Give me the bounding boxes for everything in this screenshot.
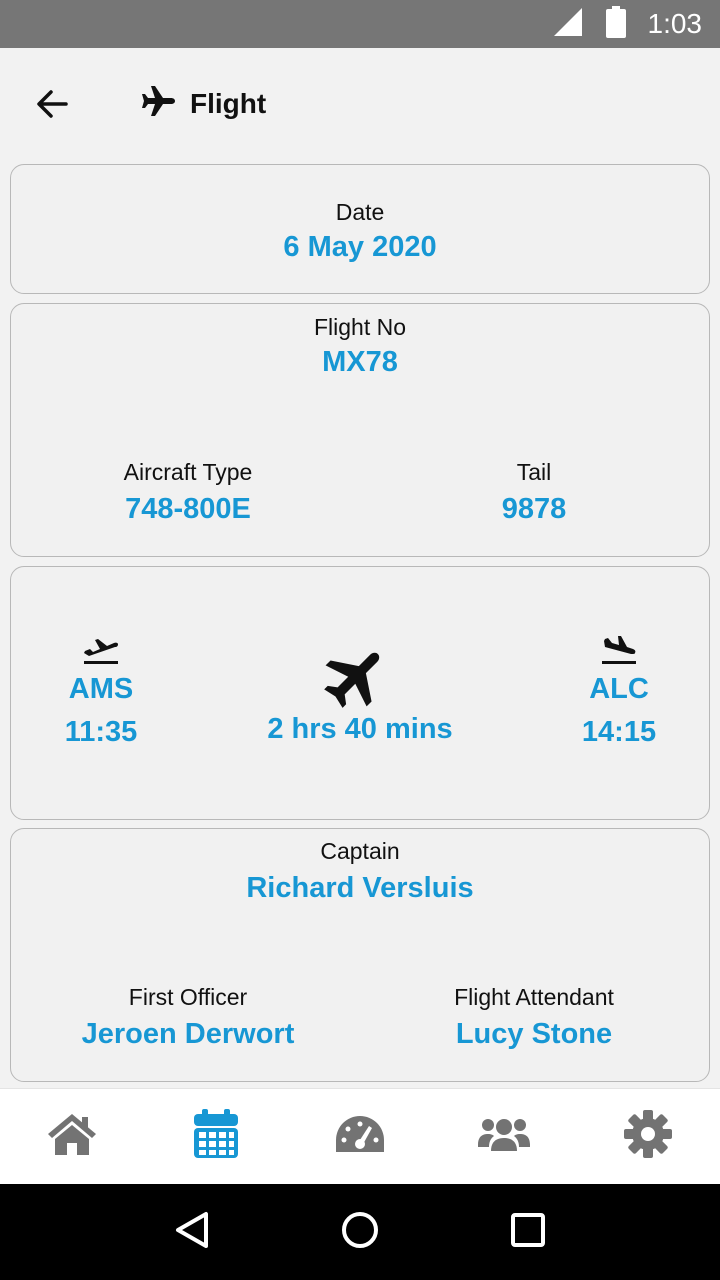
arrow-left-icon — [34, 86, 70, 127]
square-recents-icon — [508, 1210, 548, 1255]
status-time: 1:03 — [647, 8, 703, 39]
triangle-back-icon — [172, 1210, 212, 1255]
page-title-group: Flight — [142, 86, 266, 121]
captain-name: Richard Versluis — [246, 872, 474, 904]
flight-no-value: MX78 — [322, 346, 398, 378]
flight-no-label: Flight No — [313, 314, 407, 340]
nav-settings[interactable] — [608, 1097, 688, 1177]
page-title: Flight — [190, 87, 267, 119]
tail-value: 9878 — [501, 493, 567, 525]
aircraft-type-label: Aircraft Type — [123, 459, 253, 485]
nav-dashboard[interactable] — [320, 1097, 400, 1177]
gear-icon — [624, 1110, 672, 1163]
nav-calendar[interactable] — [176, 1097, 256, 1177]
arrival-time: 14:15 — [581, 716, 657, 748]
first-officer-name: Jeroen Derwort — [81, 1018, 295, 1050]
nav-home[interactable] — [32, 1097, 112, 1177]
battery-icon — [605, 5, 626, 43]
home-icon — [46, 1112, 98, 1161]
flight-attendant-label: Flight Attendant — [454, 984, 614, 1010]
landing-icon — [601, 635, 637, 665]
takeoff-icon — [83, 635, 119, 665]
arrival-code: ALC — [589, 673, 649, 705]
airplane-icon — [142, 86, 176, 121]
tail-label: Tail — [516, 459, 552, 485]
first-officer-label: First Officer — [128, 984, 248, 1010]
flight-info-card: Flight No MX78 Aircraft Type 748-800E Ta… — [10, 303, 710, 557]
system-nav-bar — [0, 1184, 720, 1280]
bottom-nav — [0, 1088, 720, 1184]
calendar-icon — [193, 1109, 239, 1164]
flight-attendant-name: Lucy Stone — [455, 1018, 613, 1050]
circle-home-icon — [340, 1210, 380, 1255]
back-button[interactable] — [28, 82, 76, 130]
status-bar: 1:03 — [0, 0, 720, 48]
app-bar: Flight — [0, 48, 720, 160]
date-label: Date — [335, 199, 385, 225]
system-home-button[interactable] — [330, 1202, 390, 1262]
captain-label: Captain — [320, 838, 400, 864]
airplane-icon — [323, 643, 389, 709]
route-card: AMS 11:35 2 hrs 40 mins ALC 14:15 — [10, 566, 710, 820]
aircraft-type-value: 748-800E — [125, 493, 251, 525]
date-value: 6 May 2020 — [283, 231, 437, 263]
date-card: Date 6 May 2020 — [10, 164, 710, 294]
dashboard-icon — [334, 1114, 386, 1159]
users-icon — [478, 1115, 530, 1158]
crew-card: Captain Richard Versluis First Officer J… — [10, 828, 710, 1082]
system-back-button[interactable] — [162, 1202, 222, 1262]
system-recents-button[interactable] — [498, 1202, 558, 1262]
signal-icon — [552, 6, 584, 43]
departure-code: AMS — [68, 673, 134, 705]
nav-crew[interactable] — [464, 1097, 544, 1177]
